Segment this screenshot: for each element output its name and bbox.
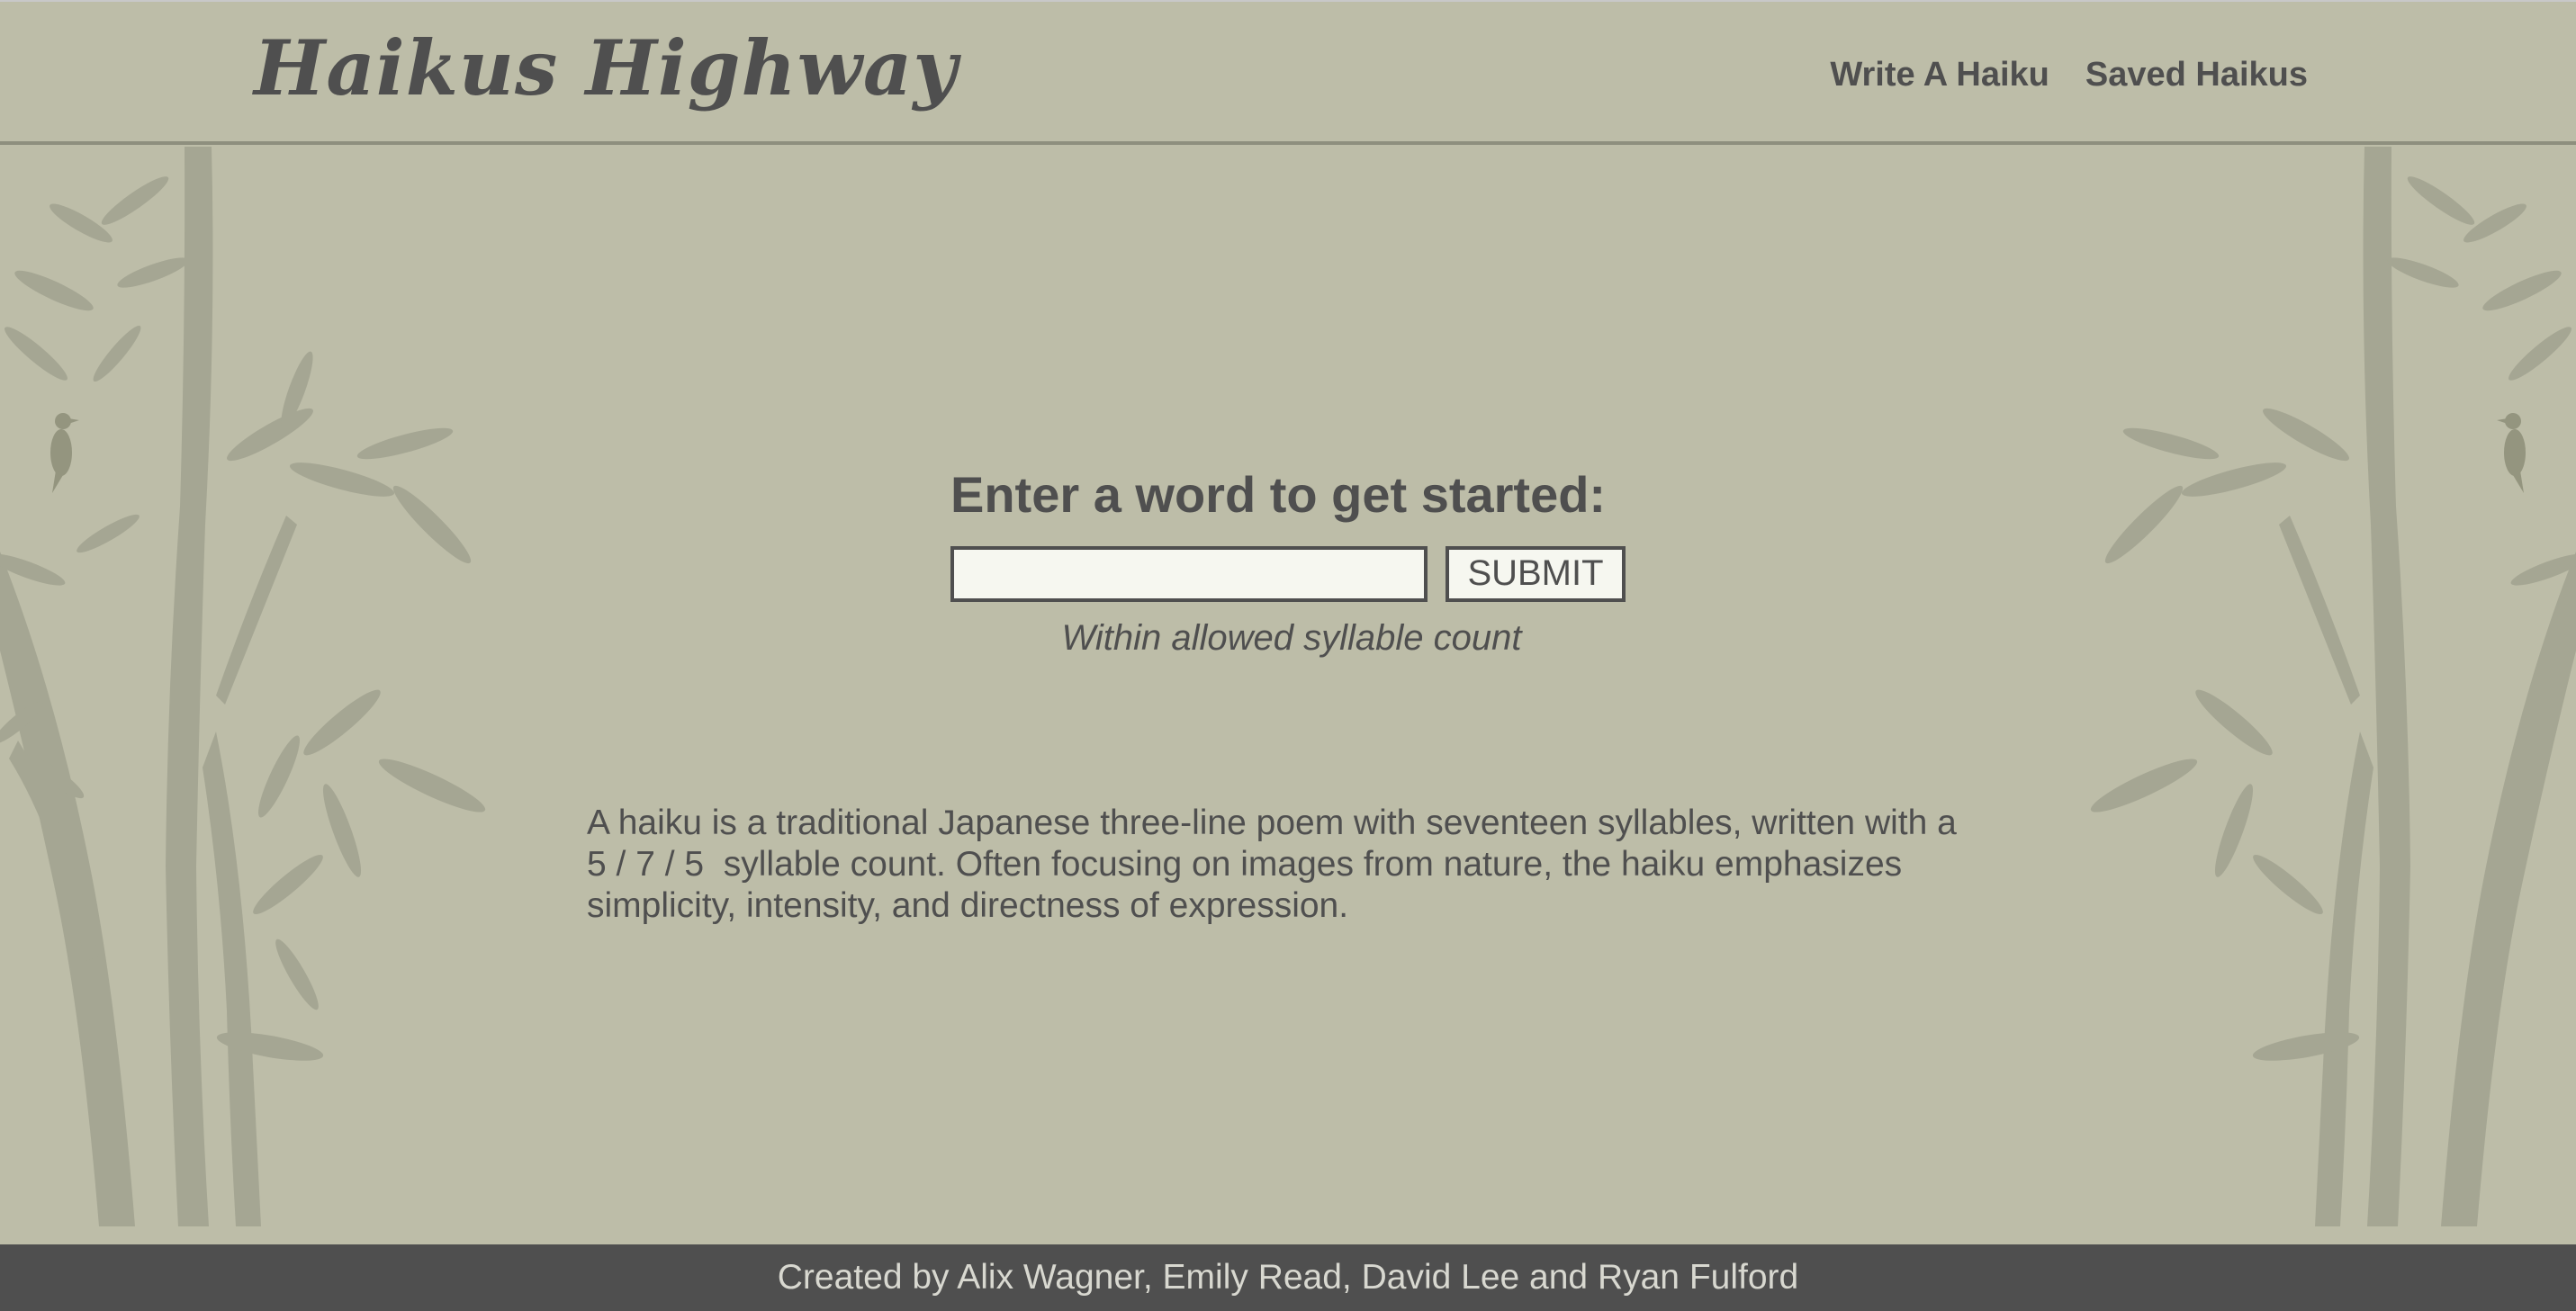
word-input[interactable]: [950, 546, 1428, 602]
main-content: Enter a word to get started: SUBMIT With…: [0, 145, 2576, 1244]
submit-button[interactable]: SUBMIT: [1446, 546, 1626, 602]
main-nav: Write A Haiku Saved Haikus: [1830, 56, 2308, 94]
haiku-description: A haiku is a traditional Japanese three-…: [587, 803, 1991, 927]
description-line: A haiku is a traditional Japanese three-…: [587, 804, 1957, 842]
description-line: simplicity, intensity, and directness of…: [587, 886, 1349, 925]
page: Haikus Highway Write A Haiku Saved Haiku…: [0, 0, 2576, 1311]
description-line: 5 / 7 / 5 syllable count. Often focusing…: [587, 845, 1903, 884]
footer-credits: Created by Alix Wagner, Emily Read, Davi…: [777, 1258, 1799, 1297]
nav-saved-haikus[interactable]: Saved Haikus: [2085, 56, 2308, 94]
prompt-heading: Enter a word to get started:: [950, 466, 1607, 523]
site-logo-title[interactable]: Haikus Highway: [254, 23, 958, 112]
syllable-status-text: Within allowed syllable count: [1061, 618, 1522, 658]
site-footer: Created by Alix Wagner, Emily Read, Davi…: [0, 1244, 2576, 1311]
nav-write-a-haiku[interactable]: Write A Haiku: [1830, 56, 2049, 94]
site-header: Haikus Highway Write A Haiku Saved Haiku…: [0, 0, 2576, 145]
